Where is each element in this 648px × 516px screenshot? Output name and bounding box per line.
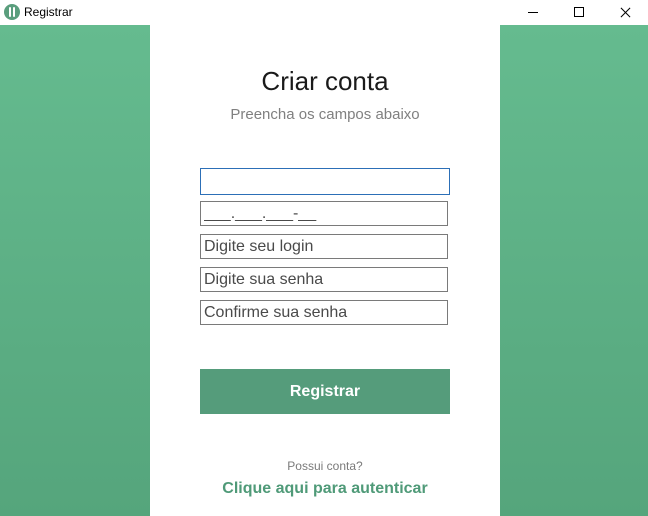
app-icon: [4, 4, 20, 20]
title-bar: Registrar: [0, 0, 648, 25]
minimize-button[interactable]: [510, 0, 556, 25]
maximize-button[interactable]: [556, 0, 602, 25]
page-title: Criar conta: [261, 66, 389, 96]
register-form-panel: Criar conta Preencha os campos abaixo Re…: [150, 25, 500, 516]
right-side-panel: [500, 25, 648, 516]
login-link[interactable]: Clique aqui para autenticar: [150, 480, 500, 498]
password-field[interactable]: [200, 267, 448, 292]
login-field[interactable]: [200, 234, 448, 259]
left-side-panel: [0, 25, 150, 516]
first-input-field[interactable]: [200, 168, 450, 195]
window-title: Registrar: [24, 5, 73, 19]
register-button[interactable]: Registrar: [200, 369, 450, 414]
confirm-password-field[interactable]: [200, 300, 448, 325]
page-subtitle: Preencha os campos abaixo: [230, 106, 420, 123]
cpf-masked-field[interactable]: [200, 201, 448, 226]
has-account-text: Possui conta?: [287, 459, 363, 473]
close-button[interactable]: [602, 0, 648, 25]
